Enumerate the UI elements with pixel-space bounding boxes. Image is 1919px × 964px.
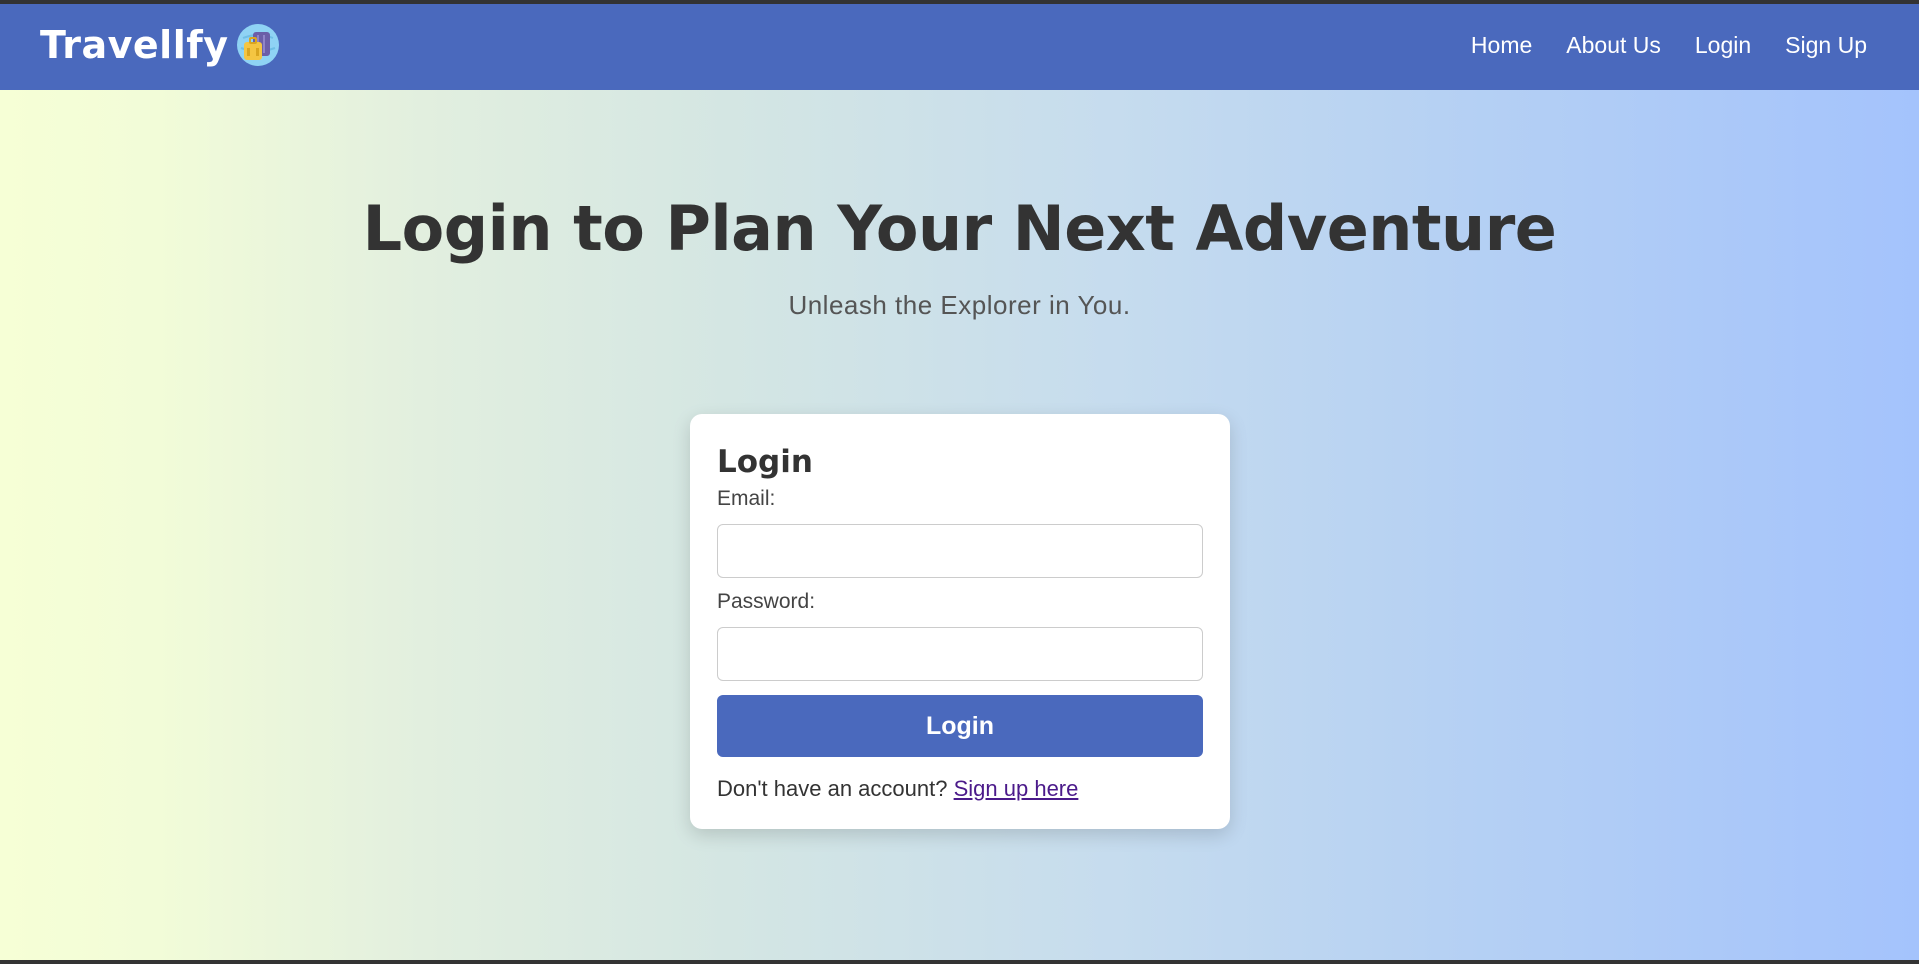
login-button[interactable]: Login [717,695,1203,757]
password-field[interactable] [717,627,1203,681]
login-card-title: Login [717,444,813,480]
email-label: Email: [717,487,776,510]
navbar: Travellfy Home About Us Login Sign Up [0,4,1919,90]
brand-name: Travellfy [40,23,229,67]
nav-links: Home About Us Login Sign Up [1437,32,1867,59]
signup-prompt-line: Don't have an account? Sign up here [717,776,1078,802]
page: Travellfy Home About Us Login Sign Up Lo… [0,0,1919,964]
signup-link[interactable]: Sign up here [954,776,1079,801]
login-card: Login Email: Password: Login Don't have … [690,414,1230,829]
password-label: Password: [717,590,816,613]
brand-logo[interactable]: Travellfy [40,22,281,68]
suitcase-globe-icon [236,24,279,66]
signup-prompt-text: Don't have an account? [717,776,948,801]
nav-link-login[interactable]: Login [1695,32,1751,59]
hero-title: Login to Plan Your Next Adventure [362,192,1557,265]
nav-link-home[interactable]: Home [1471,32,1532,59]
nav-link-about-us[interactable]: About Us [1566,32,1661,59]
email-field[interactable] [717,524,1203,578]
hero-subtitle: Unleash the Explorer in You. [788,290,1131,320]
nav-link-sign-up[interactable]: Sign Up [1785,32,1867,59]
